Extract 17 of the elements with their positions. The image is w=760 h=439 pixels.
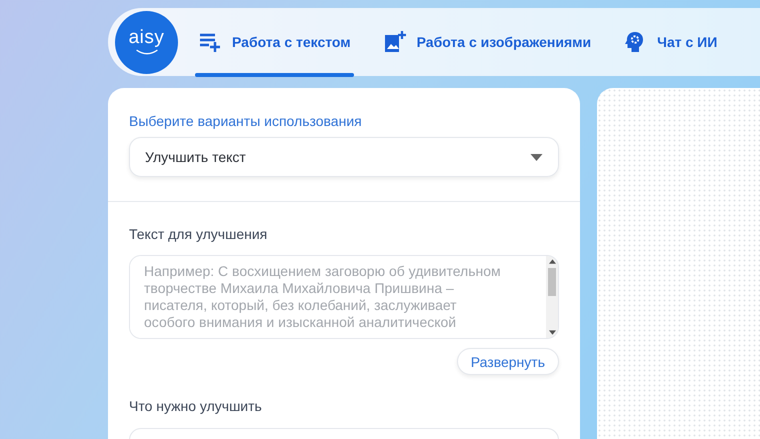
image-add-icon: [382, 30, 407, 54]
aisy-logo[interactable]: aisy: [115, 10, 178, 74]
caret-icon: [530, 154, 543, 160]
improve-label: Что нужно улучшить: [129, 398, 263, 414]
scroll-up-icon[interactable]: [548, 259, 556, 264]
scroll-down-icon[interactable]: [548, 330, 556, 335]
scrollbar-thumb[interactable]: [548, 268, 556, 296]
usage-dropdown[interactable]: Улучшить текст: [129, 137, 559, 177]
text-input-field[interactable]: Например: С восхищением заговорю об удивительном творчестве Михаила Михайловича Пришвина – писателя, который, без колебаний, заслуживает особого внимания и изысканной аналитической: [129, 255, 559, 339]
nav-tab[interactable]: Работа с текстом: [195, 8, 354, 76]
nav-tab[interactable]: Работа с изображениями: [380, 8, 594, 76]
nav-tab[interactable]: Чат с ИИ: [620, 8, 720, 76]
text-label: Текст для улучшения: [129, 226, 268, 242]
usage-label: Выберите варианты использования: [129, 113, 363, 129]
scrollbar[interactable]: [546, 256, 558, 338]
smile-curve-icon: [134, 49, 158, 56]
expand-button[interactable]: Развернуть: [456, 348, 559, 375]
